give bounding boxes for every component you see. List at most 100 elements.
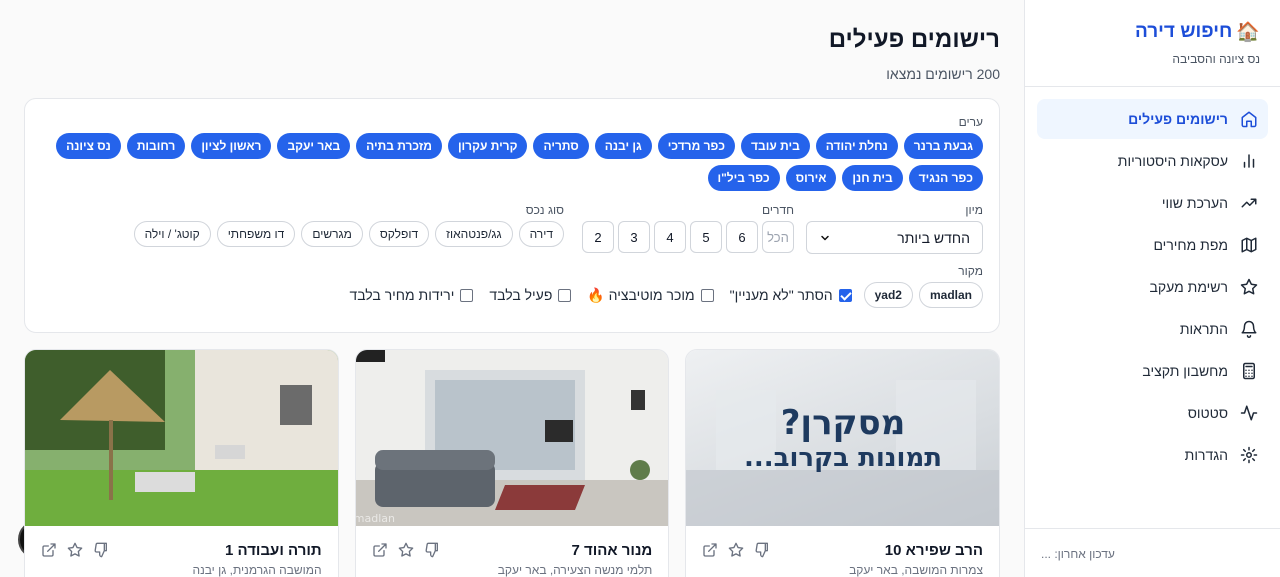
external-link-icon[interactable] [702, 542, 718, 558]
sidebar-item-label: הגדרות [1184, 447, 1228, 463]
city-chip[interactable]: בית עובד [741, 133, 810, 159]
property-type-label: סוג נכס [525, 203, 564, 217]
sidebar-item-label: מפת מחירים [1153, 237, 1228, 253]
rooms-button[interactable]: 6 [726, 221, 758, 253]
sidebar-item-valuation[interactable]: הערכת שווי [1037, 183, 1268, 223]
city-chip[interactable]: רחובות [126, 133, 186, 159]
sidebar-item-label: רשימת מעקב [1149, 279, 1229, 295]
sidebar-item-status[interactable]: סטטוס [1037, 393, 1268, 433]
rooms-button[interactable]: 4 [654, 221, 686, 253]
city-chip[interactable]: נס ציונה [56, 133, 121, 159]
checkbox[interactable] [460, 288, 474, 302]
sidebar-item-price-map[interactable]: מפת מחירים [1037, 225, 1268, 265]
property-type-chip[interactable]: מגרשים [301, 221, 363, 247]
rooms-button[interactable]: 5 [690, 221, 722, 253]
garden-photo [24, 350, 338, 526]
external-link-icon[interactable] [372, 542, 388, 558]
gear-icon [1240, 446, 1258, 464]
city-chip[interactable]: קרית עקרון [447, 133, 528, 159]
placeholder-line2: תמונות בקרוב... [744, 443, 942, 473]
app-title[interactable]: 🏠 חיפוש דירה [1045, 20, 1260, 44]
rooms-button[interactable]: 2 [582, 221, 614, 253]
listing-info: הרב שפירא 10 צמרות המושבה, באר יעקב [849, 542, 983, 577]
price-drops-only-checkbox[interactable]: ירידות מחיר בלבד [349, 287, 474, 303]
external-link-icon[interactable] [41, 542, 57, 558]
city-chip[interactable]: כפר הנגיד [908, 165, 983, 191]
star-icon [1240, 278, 1258, 295]
rooms-buttons: הכל 6 5 4 3 2 [576, 221, 794, 253]
image-watermark: madlan [356, 512, 396, 525]
house-emoji-icon: 🏠 [1236, 22, 1260, 43]
checkbox-filters: הסתר "לא מעניין" מוכר מוטיבציה 🔥 פעיל בל… [349, 282, 852, 308]
listing-title: הרב שפירא 10 [884, 542, 983, 559]
city-chip[interactable]: באר יעקב [277, 133, 351, 159]
star-icon[interactable] [728, 542, 744, 558]
listing-image-placeholder[interactable]: מסקרן? תמונות בקרוב... [686, 350, 999, 526]
listing-card[interactable]: מסקרן? תמונות בקרוב... הרב שפירא 10 צמרו… [685, 349, 1000, 577]
property-type-chip[interactable]: דירה [518, 221, 564, 247]
sort-select[interactable]: החדש ביותר [806, 221, 983, 254]
motivated-seller-checkbox[interactable]: מוכר מוטיבציה 🔥 [587, 287, 714, 304]
city-chip[interactable]: כפר מרדכי [657, 133, 736, 159]
property-type-chip[interactable]: דו משפחתי [216, 221, 296, 247]
listing-title: מנור אהוד 7 [571, 542, 653, 559]
last-update-text: עדכון אחרון: ... [1041, 547, 1115, 561]
home-icon [1241, 111, 1257, 128]
listing-location: צמרות המושבה, באר יעקב [849, 563, 983, 577]
listing-card[interactable]: תורה ועבודה 1 המושבה הגרמנית, גן יבנה [23, 349, 339, 577]
map-icon [1241, 237, 1257, 253]
city-chip[interactable]: גן יבנה [594, 133, 652, 159]
listing-image[interactable] [24, 350, 338, 526]
calculator-icon [1243, 362, 1255, 380]
active-only-checkbox[interactable]: פעיל בלבד [489, 287, 572, 303]
city-chip[interactable]: ראשון לציון [191, 133, 272, 159]
listing-info: תורה ועבודה 1 המושבה הגרמנית, גן יבנה [192, 542, 321, 577]
city-chip[interactable]: אירוס [785, 165, 837, 191]
sidebar-item-settings[interactable]: הגדרות [1037, 435, 1268, 475]
page-title: רישומים פעילים [828, 26, 1000, 53]
sidebar-item-watchlist[interactable]: רשימת מעקב [1037, 267, 1268, 307]
thumbs-down-icon[interactable] [754, 542, 770, 558]
source-chips: madlan yad2 [863, 282, 983, 308]
city-chip[interactable]: בית חנן [842, 165, 903, 191]
sidebar-item-budget-calculator[interactable]: מחשבון תקציב [1037, 351, 1268, 391]
sidebar-item-label: התראות [1179, 321, 1228, 337]
sidebar-item-historical-deals[interactable]: עסקאות היסטוריות [1037, 141, 1268, 181]
checkbox-checked[interactable] [838, 288, 852, 302]
city-chip[interactable]: נחלת יהודה [815, 133, 898, 159]
thumbs-down-icon[interactable] [424, 542, 440, 558]
sidebar-item-active-listings[interactable]: רישומים פעילים [1037, 99, 1268, 139]
activity-icon [1240, 405, 1258, 421]
listing-card[interactable]: madlan מנור אהוד 7 תלמי מנשה הצעירה, באר… [354, 349, 670, 577]
listing-location: תלמי מנשה הצעירה, באר יעקב [497, 563, 653, 577]
city-chip[interactable]: גבעת ברנר [903, 133, 983, 159]
sidebar-item-label: רישומים פעילים [1128, 111, 1228, 127]
source-chip-madlan[interactable]: madlan [918, 282, 983, 308]
listing-card-body: הרב שפירא 10 צמרות המושבה, באר יעקב [686, 526, 999, 577]
property-type-group: סוג נכס דירה גג/פנטהאוז דופלקס מגרשים דו… [132, 203, 564, 247]
app-subtitle: נס ציונה והסביבה [1172, 52, 1260, 66]
city-chips: גבעת ברנר נחלת יהודה בית עובד כפר מרדכי … [41, 133, 983, 191]
rooms-button[interactable]: 3 [618, 221, 650, 253]
sidebar-item-alerts[interactable]: התראות [1037, 309, 1268, 349]
thumbs-down-icon[interactable] [93, 542, 109, 558]
star-icon[interactable] [67, 542, 83, 558]
city-chip[interactable]: כפר ביל"ו [707, 165, 780, 191]
sidebar-footer: עדכון אחרון: ... [1025, 528, 1280, 577]
property-type-chip[interactable]: גג/פנטהאוז [435, 221, 513, 247]
filters-panel: ערים גבעת ברנר נחלת יהודה בית עובד כפר מ… [24, 98, 1000, 333]
city-chip[interactable]: מזכרת בתיה [356, 133, 442, 159]
city-chip[interactable]: סתריה [533, 133, 589, 159]
listing-actions [702, 542, 770, 577]
star-icon[interactable] [398, 542, 414, 558]
listing-actions [372, 542, 440, 577]
checkbox[interactable] [558, 288, 572, 302]
listing-image[interactable]: madlan [355, 350, 669, 526]
checkbox[interactable] [700, 288, 714, 302]
hide-not-interested-checkbox[interactable]: הסתר "לא מעניין" [730, 287, 852, 303]
property-type-chip[interactable]: קוטג' / וילה [133, 221, 211, 247]
rooms-button-all[interactable]: הכל [762, 221, 794, 253]
property-type-chip[interactable]: דופלקס [368, 221, 430, 247]
source-chip-yad2[interactable]: yad2 [863, 282, 913, 308]
cities-label: ערים [958, 115, 983, 129]
